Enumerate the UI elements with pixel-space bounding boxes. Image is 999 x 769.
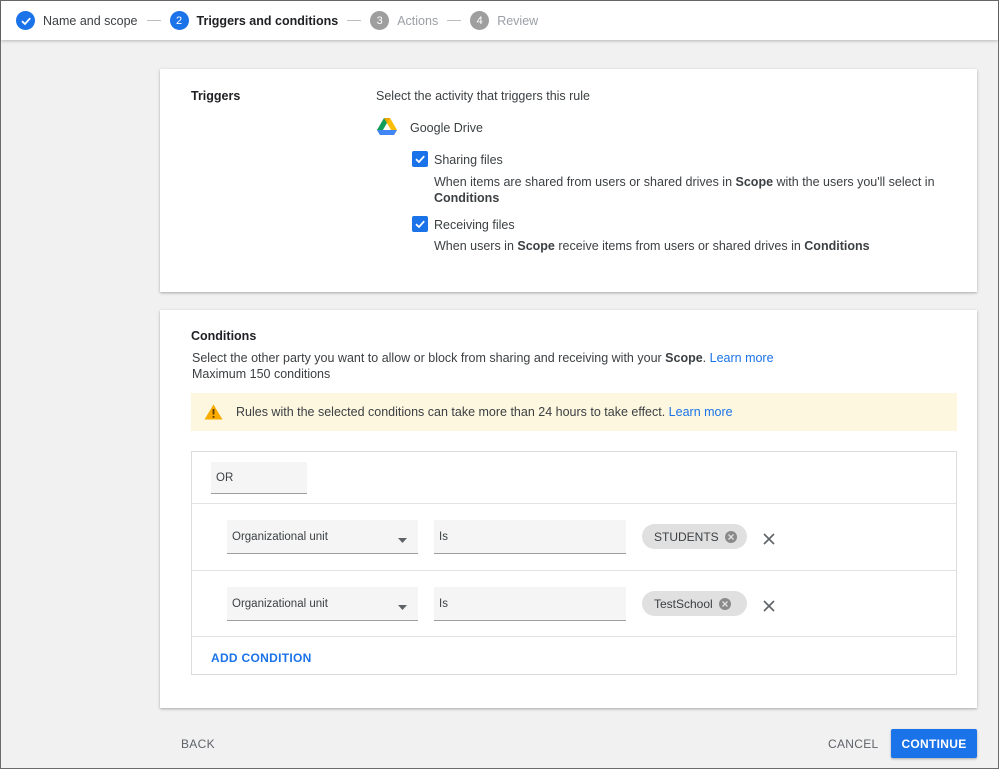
step-review[interactable]: 4 Review	[470, 11, 538, 30]
desc-bold: Scope	[735, 175, 774, 189]
sharing-files-description: When items are shared from users or shar…	[434, 174, 935, 206]
desc-bold: Conditions	[804, 239, 870, 253]
stepper: Name and scope 2 Triggers and conditions…	[1, 1, 998, 40]
cancel-button[interactable]: CANCEL	[828, 737, 878, 751]
condition-field-select[interactable]: Organizational unit	[227, 587, 418, 621]
chip-remove-icon[interactable]	[718, 597, 731, 610]
check-icon	[16, 11, 35, 30]
step-actions[interactable]: 3 Actions	[370, 11, 438, 30]
warning-learn-more-link[interactable]: Learn more	[669, 405, 733, 419]
warning-banner: Rules with the selected conditions can t…	[191, 393, 957, 431]
desc-text: Select the other party you want to allow…	[192, 351, 666, 365]
continue-label: CONTINUE	[901, 736, 967, 751]
dropdown-arrow-icon	[398, 534, 407, 546]
operator-value: Is	[439, 530, 448, 543]
chip-remove-icon[interactable]	[724, 530, 737, 543]
field-value: Organizational unit	[232, 530, 328, 543]
receiving-files-checkbox[interactable]	[412, 216, 428, 232]
google-drive-icon	[377, 118, 397, 141]
step-label: Review	[497, 13, 539, 28]
conditions-description: Select the other party you want to allow…	[192, 350, 774, 382]
warning-message: Rules with the selected conditions can t…	[236, 405, 733, 419]
step-label: Name and scope	[43, 13, 138, 28]
desc-bold: Scope	[665, 351, 703, 365]
desc-text: When items are shared from users or shar…	[434, 175, 736, 189]
dropdown-arrow-icon	[398, 601, 407, 613]
check-icon	[415, 155, 425, 164]
desc-text: .	[702, 351, 710, 365]
conditions-list: OR Organizational unit Is STUDENTS Organ…	[191, 451, 957, 675]
step-divider	[447, 20, 462, 21]
operator-value: Is	[439, 597, 448, 610]
step-number: 3	[370, 11, 390, 30]
remove-condition-icon[interactable]	[763, 599, 775, 617]
check-icon	[415, 220, 425, 229]
divider	[192, 570, 956, 571]
max-conditions-text: Maximum 150 conditions	[192, 367, 331, 381]
divider	[192, 503, 956, 504]
warning-icon	[204, 404, 223, 425]
value-chip: TestSchool	[642, 591, 747, 616]
warning-text: Rules with the selected conditions can t…	[236, 405, 669, 419]
app-name: Google Drive	[410, 121, 483, 135]
condition-field-select[interactable]: Organizational unit	[227, 520, 418, 554]
triggers-card: Triggers Select the activity that trigge…	[160, 69, 977, 292]
step-divider	[146, 20, 161, 21]
condition-operator-field[interactable]: Is	[434, 520, 626, 554]
add-condition-button[interactable]: ADD CONDITION	[211, 651, 312, 665]
desc-text: receive items from users or shared drive…	[554, 239, 805, 253]
chip-label: TestSchool	[654, 596, 713, 611]
desc-bold: Conditions	[434, 191, 500, 205]
step-name-and-scope[interactable]: Name and scope	[16, 11, 138, 30]
triggers-instruction: Select the activity that triggers this r…	[376, 89, 590, 103]
chip-label: STUDENTS	[654, 529, 719, 544]
desc-text: with the users you'll select in	[773, 175, 935, 189]
step-label: Actions	[397, 13, 439, 28]
triggers-title: Triggers	[191, 89, 241, 103]
step-divider	[347, 20, 362, 21]
sharing-files-checkbox[interactable]	[412, 151, 428, 167]
condition-operator-field[interactable]: Is	[434, 587, 626, 621]
learn-more-link[interactable]: Learn more	[710, 351, 774, 365]
desc-bold: Scope	[517, 239, 555, 253]
divider	[192, 636, 956, 637]
step-number: 4	[470, 11, 490, 30]
operator-select[interactable]: OR	[211, 462, 307, 494]
receiving-files-label: Receiving files	[434, 218, 515, 232]
sharing-files-label: Sharing files	[434, 153, 503, 167]
step-label: Triggers and conditions	[196, 13, 339, 28]
value-chip: STUDENTS	[642, 524, 747, 549]
field-value: Organizational unit	[232, 597, 328, 610]
receiving-files-description: When users in Scope receive items from u…	[434, 239, 870, 253]
step-number: 2	[169, 11, 189, 30]
step-triggers-and-conditions[interactable]: 2 Triggers and conditions	[169, 11, 339, 30]
continue-button[interactable]: CONTINUE	[891, 729, 977, 758]
back-button[interactable]: BACK	[181, 737, 215, 751]
conditions-title: Conditions	[191, 329, 257, 343]
desc-text: When users in	[434, 239, 518, 253]
operator-value: OR	[216, 471, 234, 484]
remove-condition-icon[interactable]	[763, 532, 775, 550]
